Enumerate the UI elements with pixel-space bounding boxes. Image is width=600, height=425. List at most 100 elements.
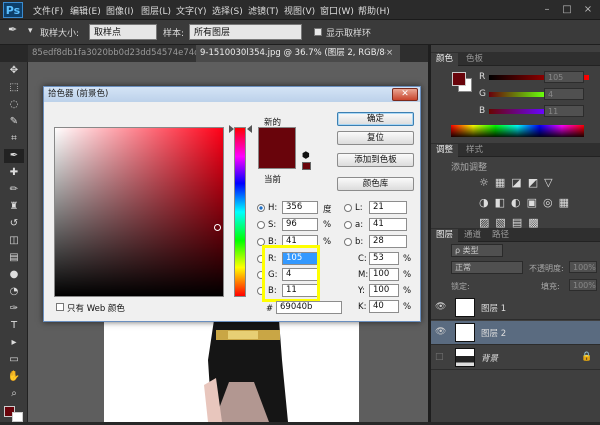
tab-close-icon[interactable]: × bbox=[386, 45, 400, 62]
hue-right-arrow-icon[interactable] bbox=[247, 124, 252, 133]
tab-document-2[interactable]: 9-1510030l354.jpg @ 36.7% (图层 2, RGB/8#)… bbox=[196, 45, 386, 62]
r-value[interactable]: 105 bbox=[544, 71, 584, 83]
web-only-checkbox[interactable] bbox=[56, 303, 64, 311]
menu-view[interactable]: 视图(V) bbox=[284, 4, 315, 17]
path-select-icon[interactable]: ▸ bbox=[4, 336, 24, 350]
close-icon[interactable]: ✕ bbox=[392, 88, 418, 101]
layer-name[interactable]: 背景 bbox=[481, 352, 498, 364]
eraser-tool-icon[interactable]: ◫ bbox=[4, 234, 24, 248]
add-to-swatches-button[interactable]: 添加到色板 bbox=[337, 153, 414, 167]
adjustment-row-1-icons[interactable]: ☼▦◪◩▽ bbox=[479, 173, 579, 193]
type-tool-icon[interactable]: T bbox=[4, 319, 24, 333]
g-value[interactable]: 4 bbox=[544, 88, 584, 100]
lab-b-radio[interactable] bbox=[344, 238, 352, 246]
tab-swatches[interactable]: 色板 bbox=[461, 53, 488, 66]
tab-styles[interactable]: 样式 bbox=[461, 144, 488, 157]
hue-slider[interactable] bbox=[234, 127, 246, 297]
show-ring-checkbox[interactable] bbox=[314, 28, 322, 36]
tab-layers[interactable]: 图层 bbox=[431, 229, 459, 242]
sample-select[interactable]: 所有图层 bbox=[189, 24, 302, 40]
hand-tool-icon[interactable]: ✋ bbox=[4, 370, 24, 384]
web-safe-swatch[interactable] bbox=[302, 162, 311, 170]
visibility-box-icon[interactable]: □ bbox=[435, 352, 444, 362]
reset-button[interactable]: 复位 bbox=[337, 131, 414, 145]
current-color-swatch[interactable] bbox=[258, 148, 296, 169]
b-slider[interactable] bbox=[489, 109, 544, 114]
tab-document-1[interactable]: 85edf8db1fa3020bb0d23dd54574e74d6.jpg bbox=[28, 45, 196, 62]
background-color-swatch[interactable] bbox=[12, 412, 23, 422]
l-input[interactable]: 21 bbox=[369, 201, 407, 214]
minimize-button[interactable]: – bbox=[538, 2, 556, 17]
k-input[interactable]: 40 bbox=[369, 300, 399, 313]
color-libraries-button[interactable]: 颜色库 bbox=[337, 177, 414, 191]
healing-tool-icon[interactable]: ✚ bbox=[4, 166, 24, 180]
layer-name[interactable]: 图层 1 bbox=[481, 302, 506, 314]
blur-tool-icon[interactable]: ● bbox=[4, 268, 24, 282]
options-dropdown-arrow-icon[interactable]: ▾ bbox=[28, 26, 33, 36]
b-value[interactable]: 11 bbox=[544, 105, 584, 117]
stamp-tool-icon[interactable]: ♜ bbox=[4, 200, 24, 214]
visibility-eye-icon[interactable]: 👁 bbox=[435, 327, 446, 337]
color-spectrum-ramp[interactable] bbox=[451, 125, 584, 137]
layer-row[interactable]: 👁 图层 1 bbox=[431, 296, 600, 320]
ok-button[interactable]: 确定 bbox=[337, 112, 414, 126]
eyedropper-tool-icon[interactable]: ✒ bbox=[4, 149, 24, 163]
layer-row[interactable]: □ 背景 🔒 bbox=[431, 346, 600, 370]
visibility-eye-icon[interactable]: 👁 bbox=[435, 302, 446, 312]
tab-color[interactable]: 颜色 bbox=[431, 53, 459, 66]
cube-warning-icon[interactable]: ⬢ bbox=[302, 151, 310, 161]
blend-mode-select[interactable]: 正常 bbox=[451, 261, 523, 274]
menu-type[interactable]: 文字(Y) bbox=[176, 4, 207, 17]
menu-image[interactable]: 图像(I) bbox=[106, 4, 134, 17]
eyedropper-icon[interactable]: ✒ bbox=[8, 23, 17, 36]
fg-color-chip[interactable] bbox=[452, 72, 466, 86]
menu-edit[interactable]: 编辑(E) bbox=[70, 4, 101, 17]
dodge-tool-icon[interactable]: ◔ bbox=[4, 285, 24, 299]
tab-paths[interactable]: 路径 bbox=[487, 229, 514, 242]
opacity-value[interactable]: 100% bbox=[569, 261, 597, 273]
s-input[interactable]: 96 bbox=[282, 218, 318, 231]
shape-tool-icon[interactable]: ▭ bbox=[4, 353, 24, 367]
menu-filter[interactable]: 滤镜(T) bbox=[248, 4, 279, 17]
menu-help[interactable]: 帮助(H) bbox=[358, 4, 390, 17]
brush-tool-icon[interactable]: ✏ bbox=[4, 183, 24, 197]
menu-window[interactable]: 窗口(W) bbox=[320, 4, 354, 17]
h-input[interactable]: 356 bbox=[282, 201, 318, 214]
g-slider[interactable] bbox=[489, 92, 544, 97]
l-radio[interactable] bbox=[344, 204, 352, 212]
document-canvas[interactable] bbox=[104, 320, 359, 422]
menu-file[interactable]: 文件(F) bbox=[33, 4, 63, 17]
gradient-tool-icon[interactable]: ▤ bbox=[4, 251, 24, 265]
s-radio[interactable] bbox=[257, 221, 265, 229]
history-brush-icon[interactable]: ↺ bbox=[4, 217, 24, 231]
m-input[interactable]: 100 bbox=[369, 268, 399, 281]
color-field-cursor[interactable] bbox=[214, 224, 222, 232]
marquee-tool-icon[interactable]: ⬚ bbox=[4, 81, 24, 95]
layer-row-selected[interactable]: 👁 图层 2 bbox=[431, 321, 600, 345]
lab-b-input[interactable]: 28 bbox=[369, 235, 407, 248]
maximize-button[interactable]: □ bbox=[558, 2, 576, 17]
crop-tool-icon[interactable]: ⌗ bbox=[4, 132, 24, 146]
layer-filter-select[interactable]: ρ 类型 bbox=[451, 244, 503, 257]
move-tool-icon[interactable]: ✥ bbox=[4, 64, 24, 78]
sample-size-select[interactable]: 取样点 bbox=[89, 24, 157, 40]
quick-select-tool-icon[interactable]: ✎ bbox=[4, 115, 24, 129]
color-field[interactable] bbox=[54, 127, 224, 297]
adjustment-row-2-icons[interactable]: ◑◧◐▣◎▦ bbox=[479, 193, 579, 213]
hue-left-arrow-icon[interactable] bbox=[229, 124, 234, 133]
layer-name[interactable]: 图层 2 bbox=[481, 327, 506, 339]
fill-value[interactable]: 100% bbox=[569, 279, 597, 291]
zoom-tool-icon[interactable]: ⌕ bbox=[4, 387, 24, 401]
h-radio[interactable] bbox=[257, 204, 265, 212]
a-radio[interactable] bbox=[344, 221, 352, 229]
tab-channels[interactable]: 通道 bbox=[459, 229, 486, 242]
close-window-button[interactable]: × bbox=[579, 2, 597, 17]
menu-layer[interactable]: 图层(L) bbox=[141, 4, 171, 17]
c-input[interactable]: 53 bbox=[369, 252, 399, 265]
adjustment-icons[interactable]: ☼▦◪◩▽ ◑◧◐▣◎▦ ▨▧▤▩ bbox=[479, 173, 579, 233]
pen-tool-icon[interactable]: ✑ bbox=[4, 302, 24, 316]
menu-select[interactable]: 选择(S) bbox=[212, 4, 243, 17]
a-input[interactable]: 41 bbox=[369, 218, 407, 231]
hex-input[interactable]: 69040b bbox=[276, 301, 342, 314]
tab-adjustments[interactable]: 调整 bbox=[431, 144, 459, 157]
